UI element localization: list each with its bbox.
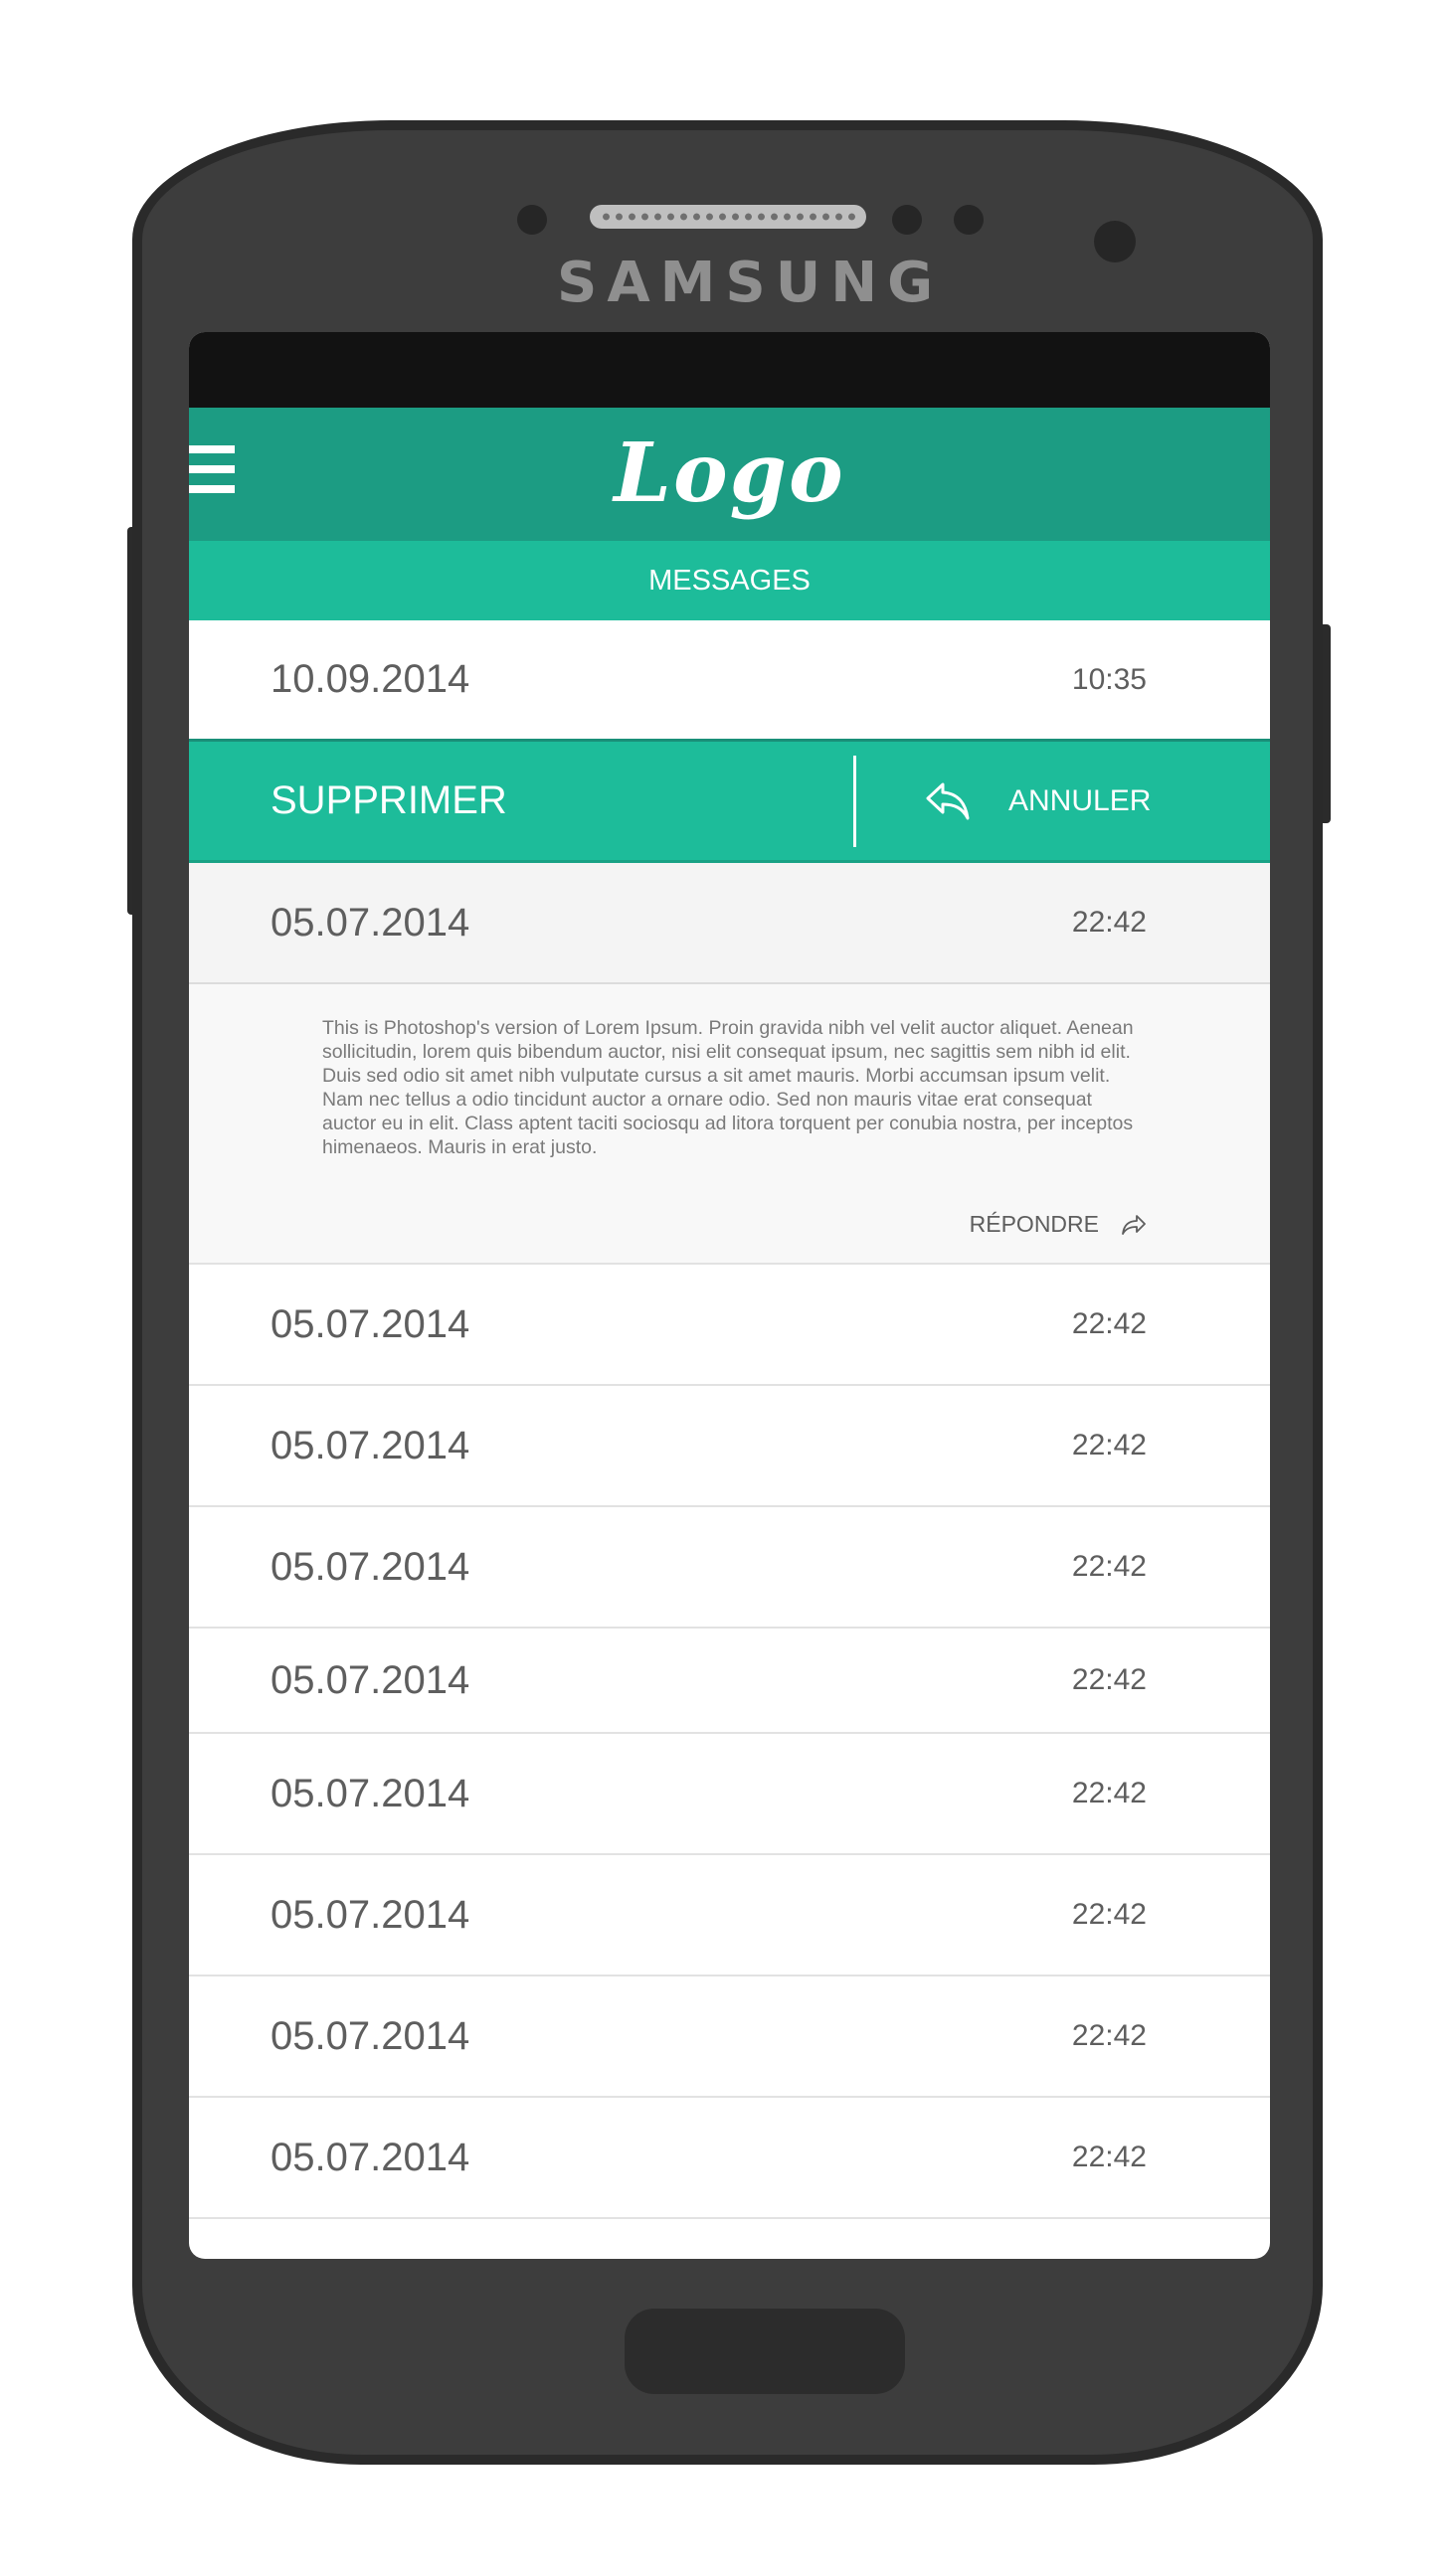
message-time: 22:42 <box>1071 906 1147 939</box>
message-text: This is Photoshop's version of Lorem Ips… <box>322 1017 1134 1158</box>
message-row[interactable]: 05.07.2014 22:42 <box>189 1507 1270 1629</box>
forward-arrow-icon <box>1122 1214 1146 1235</box>
message-time: 22:42 <box>1071 1429 1147 1461</box>
reply-arrow-icon <box>926 782 970 819</box>
front-sensor <box>954 205 984 235</box>
page-title: MESSAGES <box>189 541 1270 620</box>
message-date: 05.07.2014 <box>271 1771 470 1815</box>
message-date: 05.07.2014 <box>271 1657 470 1702</box>
message-time: 22:42 <box>1071 1307 1147 1340</box>
message-date: 05.07.2014 <box>271 1423 470 1467</box>
reply-label: RÉPONDRE <box>969 1211 1099 1237</box>
proximity-sensor <box>517 205 547 235</box>
device-brand: SAMSUNG <box>557 251 944 315</box>
message-time: 22:42 <box>1071 1663 1147 1696</box>
cancel-label: ANNULER <box>1008 783 1152 817</box>
speaker-dots <box>600 211 856 223</box>
message-date: 05.07.2014 <box>271 1301 470 1346</box>
reply-button[interactable]: RÉPONDRE <box>970 1211 1147 1238</box>
cancel-button[interactable]: ANNULER <box>925 742 1151 860</box>
message-time: 10:35 <box>1071 662 1147 696</box>
message-row[interactable]: 05.07.2014 22:42 <box>189 1265 1270 1386</box>
light-sensor <box>892 205 922 235</box>
front-camera <box>1094 221 1136 262</box>
status-bar <box>189 332 1270 408</box>
action-divider <box>853 756 856 847</box>
message-row[interactable]: 10.09.2014 10:35 <box>189 620 1270 742</box>
message-body: This is Photoshop's version of Lorem Ips… <box>189 984 1270 1265</box>
phone-screen: Logo MESSAGES 10.09.2014 10:35 SUPPRIMER… <box>189 332 1270 2259</box>
message-row[interactable]: 05.07.2014 22:42 <box>189 1976 1270 2098</box>
message-row[interactable]: 05.07.2014 22:42 <box>189 2098 1270 2219</box>
swipe-action-bar: SUPPRIMER ANNULER <box>189 742 1270 863</box>
message-time: 22:42 <box>1071 1777 1147 1809</box>
app-logo: Logo <box>614 426 845 521</box>
message-date: 05.07.2014 <box>271 1892 470 1937</box>
message-date: 05.07.2014 <box>271 2135 470 2179</box>
message-row-selected[interactable]: 05.07.2014 22:42 <box>189 863 1270 984</box>
message-time: 22:42 <box>1071 2019 1147 2052</box>
delete-button[interactable]: SUPPRIMER <box>271 742 507 860</box>
home-button[interactable] <box>625 2309 905 2394</box>
message-row[interactable]: 05.07.2014 22:42 <box>189 1734 1270 1855</box>
message-row[interactable]: 05.07.2014 22:42 <box>189 1386 1270 1507</box>
message-row[interactable]: 05.07.2014 22:42 <box>189 1855 1270 1976</box>
message-date: 05.07.2014 <box>271 900 470 945</box>
message-time: 22:42 <box>1071 2141 1147 2173</box>
message-time: 22:42 <box>1071 1898 1147 1931</box>
message-time: 22:42 <box>1071 1550 1147 1583</box>
message-date: 05.07.2014 <box>271 2013 470 2058</box>
message-row[interactable]: 05.07.2014 22:42 <box>189 1629 1270 1734</box>
message-date: 05.07.2014 <box>271 1544 470 1589</box>
message-date: 10.09.2014 <box>271 657 470 701</box>
app-header: Logo <box>189 408 1270 541</box>
